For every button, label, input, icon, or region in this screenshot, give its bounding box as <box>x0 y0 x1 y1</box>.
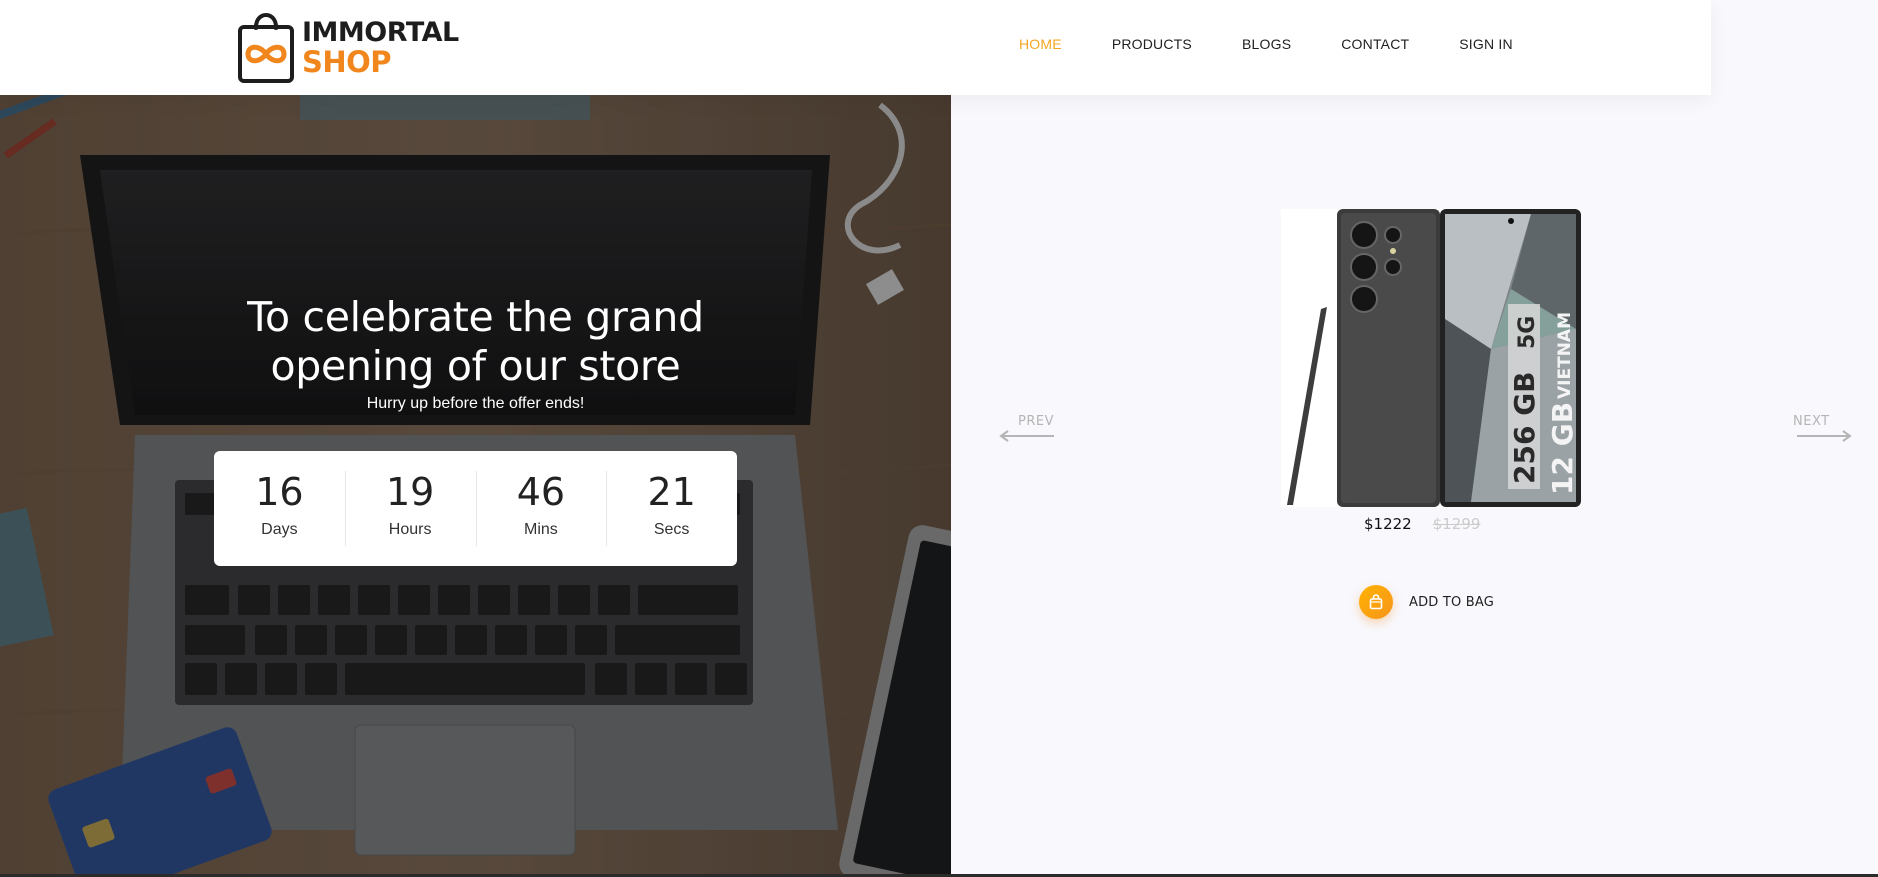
countdown-mins-value: 46 <box>516 470 566 514</box>
next-label: NEXT <box>1793 414 1830 429</box>
shopping-bag-icon <box>1369 594 1383 610</box>
next-button[interactable]: NEXT <box>1793 414 1853 447</box>
site-header: IMMORTAL SHOP HOME PRODUCTS BLOGS CONTAC… <box>0 0 1711 95</box>
countdown-mins: 46 Mins <box>475 451 607 566</box>
product-image-net-text: 5G <box>1515 316 1540 349</box>
countdown-hours: 19 Hours <box>344 451 476 566</box>
product-old-price: $1299 <box>1432 515 1481 533</box>
prev-button[interactable]: PREV <box>998 414 1058 447</box>
add-to-bag-button[interactable]: ADD TO BAG <box>1359 585 1494 619</box>
product-image-storage-text: 256 GB <box>1508 371 1541 484</box>
hero-headline-line2: opening of our store <box>270 342 681 390</box>
product-carousel: PREV NEXT 256 GB 5G 12 GB VIETNAM $1222 … <box>951 95 1878 874</box>
hero-banner: To celebrate the grand opening of our st… <box>0 95 951 874</box>
nav-products[interactable]: PRODUCTS <box>1112 36 1192 52</box>
product-price-row: $1222 $1299 <box>1364 515 1480 533</box>
add-to-bag-label: ADD TO BAG <box>1409 594 1495 610</box>
arrow-right-icon <box>1797 430 1852 442</box>
product-price: $1222 <box>1364 515 1412 533</box>
product-image-phone[interactable]: 256 GB 5G 12 GB VIETNAM <box>1281 209 1581 507</box>
shop-logo[interactable]: IMMORTAL SHOP <box>236 5 459 85</box>
countdown-days-label: Days <box>261 521 298 538</box>
countdown-hours-label: Hours <box>388 521 432 538</box>
main-nav: HOME PRODUCTS BLOGS CONTACT SIGN IN <box>1019 36 1563 52</box>
countdown-secs-value: 21 <box>647 470 696 514</box>
shopping-bag-logo-icon <box>238 13 294 83</box>
nav-contact[interactable]: CONTACT <box>1341 36 1409 52</box>
nav-home[interactable]: HOME <box>1019 36 1062 52</box>
logo-line2: SHOP <box>302 45 392 79</box>
countdown-hours-value: 19 <box>385 470 435 514</box>
countdown-secs-label: Secs <box>653 521 690 538</box>
countdown-days: 16 Days <box>214 451 345 566</box>
hero-headline-line1: To celebrate the grand <box>247 293 704 341</box>
hero-subline: Hurry up before the offer ends! <box>366 395 585 412</box>
nav-signin[interactable]: SIGN IN <box>1459 36 1513 52</box>
prev-label: PREV <box>1018 414 1054 429</box>
countdown-mins-label: Mins <box>523 521 558 538</box>
countdown-secs: 21 Secs <box>606 451 737 566</box>
product-image-region-text: VIETNAM <box>1555 312 1575 399</box>
logo-line1: IMMORTAL <box>302 17 459 48</box>
add-to-bag-icon-circle[interactable] <box>1359 585 1393 619</box>
product-image-ram-text: 12 GB <box>1546 402 1579 495</box>
arrow-left-icon <box>999 430 1054 442</box>
countdown-timer: 16 Days 19 Hours 46 Mins 21 Secs <box>214 451 737 566</box>
countdown-days-value: 16 <box>255 470 304 514</box>
hero-headline: To celebrate the grand opening of our st… <box>0 293 951 391</box>
nav-blogs[interactable]: BLOGS <box>1242 36 1291 52</box>
